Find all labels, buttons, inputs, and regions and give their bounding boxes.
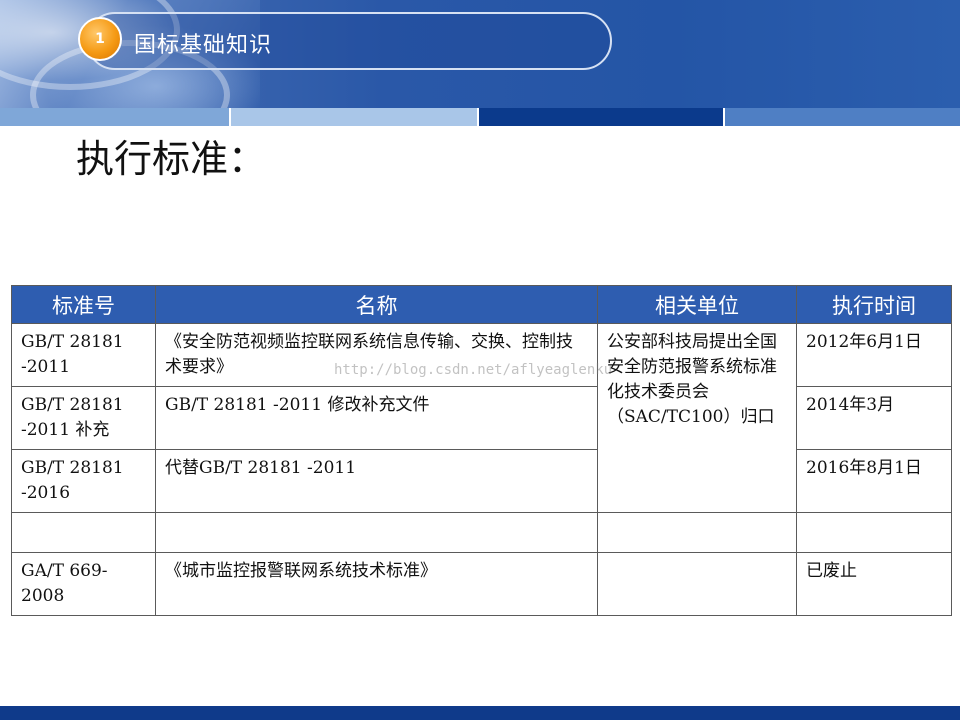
cell-standard-number: GA/T 669-2008: [11, 552, 156, 616]
table-row: GA/T 669-2008 《城市监控报警联网系统技术标准》 已废止: [11, 552, 952, 616]
table-row: GB/T 28181 -2011 补充 GB/T 28181 -2011 修改补…: [11, 386, 952, 450]
cell-related-unit: [597, 552, 797, 616]
stripe-segment: [0, 108, 230, 126]
cell-standard-number: GB/T 28181 -2011 补充: [11, 386, 156, 450]
cell-standard-number: [11, 512, 156, 553]
cell-effective-date: [796, 512, 952, 553]
slide-heading: 执行标准：: [76, 137, 267, 181]
stripe-segment: [724, 108, 960, 126]
stripe-divider: [723, 108, 725, 126]
section-number-badge: 1: [78, 17, 122, 61]
cell-name: 《城市监控报警联网系统技术标准》: [155, 552, 598, 616]
cell-effective-date: 已废止: [796, 552, 952, 616]
stripe-segment: [478, 108, 724, 126]
standards-table: 标准号 名称 相关单位 执行时间 GB/T 28181 -2011 《安全防范视…: [11, 285, 952, 616]
stripe-divider: [229, 108, 231, 126]
cell-standard-number: GB/T 28181 -2011: [11, 323, 156, 387]
cell-name: [155, 512, 598, 553]
cell-name: GB/T 28181 -2011 修改补充文件: [155, 386, 598, 450]
table-row: GB/T 28181 -2016 代替GB/T 28181 -2011 2016…: [11, 449, 952, 513]
column-header-effective-date: 执行时间: [796, 285, 952, 324]
column-header-standard-number: 标准号: [11, 285, 156, 324]
stripe-segment: [230, 108, 478, 126]
table-row: GB/T 28181 -2011 《安全防范视频监控联网系统信息传输、交换、控制…: [11, 323, 952, 513]
header-banner: 1 国标基础知识: [0, 0, 960, 108]
cell-name: 代替GB/T 28181 -2011: [155, 449, 598, 513]
cell-effective-date: 2014年3月: [796, 386, 952, 450]
column-header-related-unit: 相关单位: [597, 285, 797, 324]
cell-related-unit-merged: 公安部科技局提出全国安全防范报警系统标准化技术委员会（SAC/TC100）归口: [597, 323, 797, 513]
cell-standard-number: GB/T 28181 -2016: [11, 449, 156, 513]
table-row: [11, 512, 952, 553]
table-header-row: 标准号 名称 相关单位 执行时间: [11, 285, 952, 324]
cell-effective-date: 2016年8月1日: [796, 449, 952, 513]
section-title: 国标基础知识: [134, 33, 273, 58]
stripe-divider: [477, 108, 479, 126]
column-header-name: 名称: [155, 285, 598, 324]
cell-effective-date: 2012年6月1日: [796, 323, 952, 387]
cell-name: 《安全防范视频监控联网系统信息传输、交换、控制技术要求》: [155, 323, 598, 387]
cell-related-unit: [597, 512, 797, 553]
footer-bar: [0, 706, 960, 720]
